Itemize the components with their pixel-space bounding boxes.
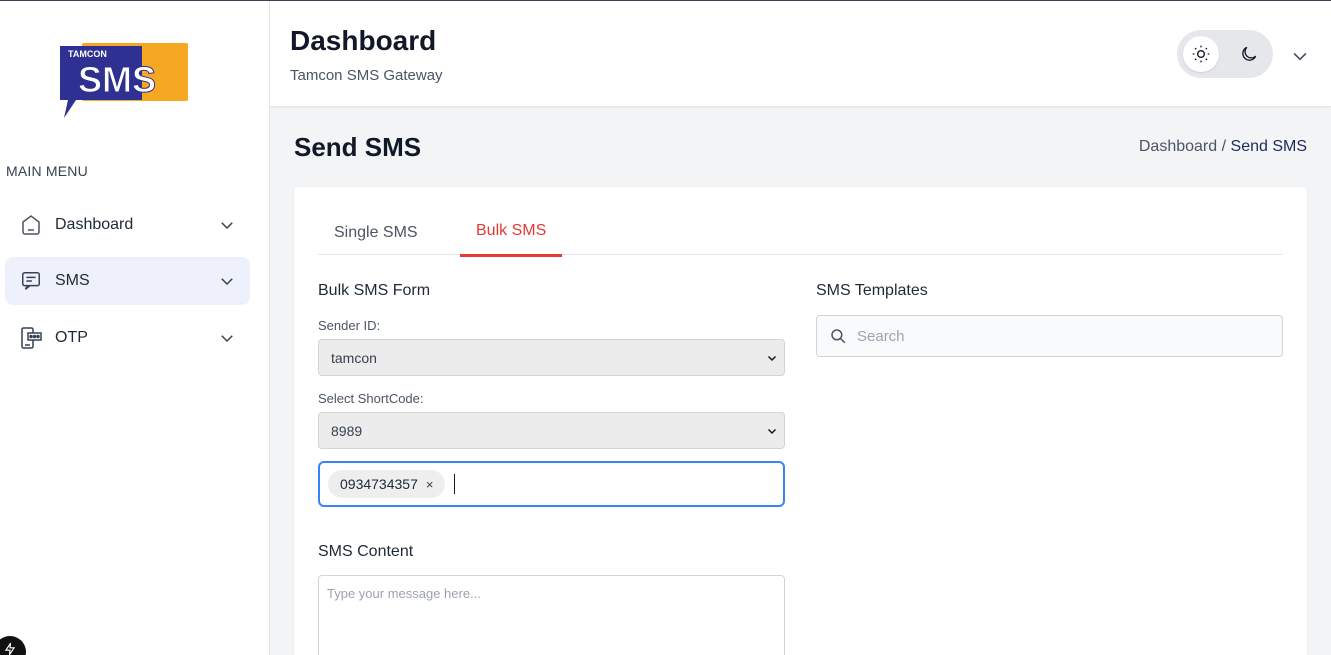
chevron-down-icon[interactable] <box>218 216 236 234</box>
sidebar: TAMCON SMS MAIN MENU Dashboard SMS OTP <box>0 0 270 655</box>
tab-bulk-sms[interactable]: Bulk SMS <box>460 215 563 257</box>
chevron-down-icon <box>767 355 777 362</box>
sender-id-label: Sender ID: <box>318 318 381 333</box>
top-header: Dashboard Tamcon SMS Gateway <box>270 1 1331 107</box>
chevron-down-icon[interactable] <box>218 272 236 290</box>
search-icon <box>831 329 846 344</box>
breadcrumb-separator: / <box>1221 138 1227 155</box>
sidebar-item-dashboard[interactable]: Dashboard <box>5 201 250 249</box>
sms-content-placeholder: Type your message here... <box>327 586 481 601</box>
logo-sms-text: SMS <box>78 59 156 100</box>
breadcrumb: Dashboard / Send SMS <box>1139 138 1307 156</box>
logo-tamcon-text: TAMCON <box>68 49 107 59</box>
shortcode-label: Select ShortCode: <box>318 391 424 406</box>
light-mode-button[interactable] <box>1183 36 1219 72</box>
sidebar-item-sms[interactable]: SMS <box>5 257 250 305</box>
window-top-border <box>0 0 1331 1</box>
search-placeholder: Search <box>857 327 905 345</box>
shortcode-select[interactable]: 8989 <box>318 412 785 449</box>
sidebar-item-otp[interactable]: OTP <box>5 314 250 362</box>
sms-templates-title: SMS Templates <box>816 282 928 299</box>
sender-id-select[interactable]: tamcon <box>318 339 785 376</box>
recipient-tag: 0934734357 × <box>328 470 446 498</box>
sidebar-item-label: Dashboard <box>55 216 134 233</box>
main-menu-heading: MAIN MENU <box>6 163 88 179</box>
sun-icon <box>1192 45 1210 63</box>
sms-content-textarea[interactable]: Type your message here... <box>318 575 785 655</box>
message-icon <box>19 269 43 293</box>
home-icon <box>19 213 43 237</box>
recipient-number: 0934734357 <box>340 476 418 492</box>
chevron-down-icon[interactable] <box>218 329 236 347</box>
breadcrumb-dashboard-link[interactable]: Dashboard <box>1139 138 1217 155</box>
tab-single-sms[interactable]: Single SMS <box>318 215 434 255</box>
moon-icon <box>1242 46 1257 61</box>
text-caret <box>454 474 456 494</box>
remove-tag-button[interactable]: × <box>426 477 434 492</box>
send-sms-card: Single SMS Bulk SMS Bulk SMS Form Sender… <box>294 187 1307 655</box>
header-title: Dashboard <box>290 25 437 56</box>
sidebar-item-label: SMS <box>55 272 90 289</box>
shortcode-value: 8989 <box>331 422 363 439</box>
tamcon-sms-logo[interactable]: TAMCON SMS <box>60 42 190 120</box>
sidebar-item-label: OTP <box>55 329 88 346</box>
sms-content-label: SMS Content <box>318 543 414 560</box>
bulk-sms-form-title: Bulk SMS Form <box>318 282 431 299</box>
theme-toggle[interactable] <box>1177 30 1273 78</box>
breadcrumb-current: Send SMS <box>1230 138 1307 155</box>
chevron-down-icon <box>767 428 777 435</box>
dark-mode-button[interactable] <box>1231 36 1267 72</box>
sms-tabs: Single SMS Bulk SMS <box>318 215 1283 257</box>
template-search-input[interactable]: Search <box>816 315 1283 357</box>
sender-id-value: tamcon <box>331 349 377 366</box>
recipients-tag-input[interactable]: 0934734357 × <box>318 461 785 507</box>
otp-device-icon <box>19 326 43 350</box>
user-menu-chevron-icon[interactable] <box>1290 46 1310 66</box>
header-subtitle: Tamcon SMS Gateway <box>290 67 443 84</box>
page-title: Send SMS <box>294 132 422 162</box>
